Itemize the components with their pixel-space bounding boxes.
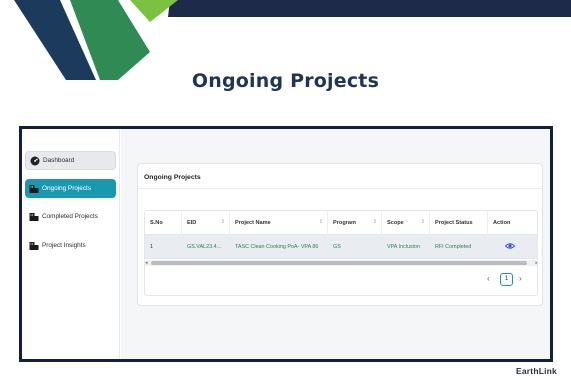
sort-icon[interactable]: ⇕ <box>373 219 377 225</box>
eye-icon[interactable] <box>505 241 515 251</box>
folder-icon <box>29 241 39 250</box>
cell-scope: VPA Inclusion <box>387 244 420 250</box>
sort-icon[interactable]: ⇕ <box>221 219 225 225</box>
app-screenshot-frame: Client Dashboard Ongoing Projects Comple… <box>19 126 553 362</box>
sidebar-item-label: Dashboard <box>43 157 75 164</box>
sidebar-item-label: Completed Projects <box>42 213 98 220</box>
table-header: S.No EID ⇕ Project Name ⇕ Program ⇕ Scope ⇕ <box>145 211 537 235</box>
cell-sno: 1 <box>150 244 153 250</box>
projects-card: Ongoing Projects S.No EID ⇕ Project Name ⇕ <box>137 163 543 306</box>
current-page-button[interactable]: 1 <box>500 273 513 286</box>
sort-icon[interactable]: ⇕ <box>421 219 425 225</box>
scroll-right-icon[interactable]: ▸ <box>535 260 537 266</box>
header-decoration <box>14 0 571 80</box>
slide: Ongoing Projects Client Dashboard Ongoin… <box>0 0 571 380</box>
column-header-sno[interactable]: S.No <box>145 211 182 235</box>
divider <box>138 188 542 189</box>
sidebar-item-label: Project Insights <box>42 242 86 249</box>
column-header-scope[interactable]: Scope ⇕ <box>382 211 430 235</box>
page-title: Ongoing Projects <box>191 70 380 92</box>
next-page-button[interactable]: › <box>519 274 522 283</box>
cell-status: RFI Completed <box>435 244 472 250</box>
sidebar: Dashboard Ongoing Projects Completed Pro… <box>22 129 120 359</box>
column-header-action: Action <box>493 220 511 226</box>
prev-page-button[interactable]: ‹ <box>487 274 490 283</box>
sidebar-item-label: Ongoing Projects <box>42 185 92 192</box>
top-dark-bar <box>168 0 571 17</box>
sidebar-item-completed-projects[interactable]: Completed Projects <box>25 207 116 226</box>
column-header-eid[interactable]: EID ⇕ <box>182 211 230 235</box>
pagination: ‹ 1 › <box>485 273 531 287</box>
sidebar-item-ongoing-projects[interactable]: Ongoing Projects <box>25 179 116 198</box>
projects-table: S.No EID ⇕ Project Name ⇕ Program ⇕ Scope ⇕ <box>144 210 538 296</box>
card-title: Ongoing Projects <box>144 174 201 181</box>
sidebar-item-project-insights[interactable]: Project Insights <box>25 236 116 255</box>
folder-icon <box>29 184 39 193</box>
scrollbar-thumb[interactable] <box>151 261 527 265</box>
main-content: Ongoing Projects S.No EID ⇕ Project Name ⇕ <box>121 129 550 359</box>
scroll-left-icon[interactable]: ◂ <box>145 260 148 266</box>
horizontal-scrollbar[interactable]: ◂ ▸ <box>145 260 537 266</box>
sidebar-item-dashboard[interactable]: Dashboard <box>25 151 116 170</box>
column-header-program[interactable]: Program ⇕ <box>328 211 382 235</box>
sort-icon[interactable]: ⇕ <box>319 219 323 225</box>
cell-program: GS <box>333 244 341 250</box>
brand-logo: EarthLink <box>515 366 557 376</box>
cell-project-name: TASC Clean Cooking PoA- VPA 86 <box>235 244 319 250</box>
dashboard-icon <box>30 156 40 165</box>
cell-eid: GS.VAL23.4... <box>187 244 222 250</box>
column-header-project-status[interactable]: Project Status <box>430 211 488 235</box>
table-row[interactable]: 1 GS.VAL23.4... TASC Clean Cooking PoA- … <box>145 235 537 259</box>
folder-icon <box>29 212 39 221</box>
column-header-project-name[interactable]: Project Name ⇕ <box>230 211 328 235</box>
